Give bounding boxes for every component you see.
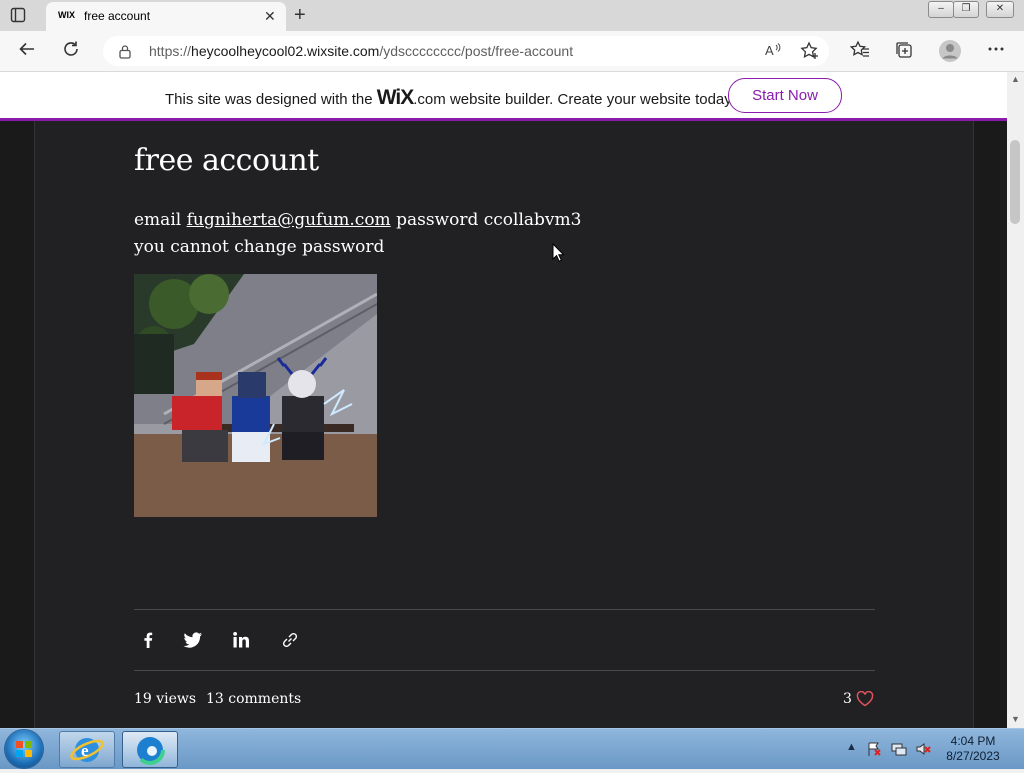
post-image[interactable] (134, 274, 377, 517)
clock-time: 4:04 PM (950, 734, 996, 748)
wix-logo[interactable]: WiX (377, 86, 414, 109)
mouse-cursor-icon (552, 243, 564, 262)
back-icon[interactable] (18, 40, 36, 62)
profile-icon[interactable] (938, 39, 962, 67)
close-icon[interactable]: ✕ (986, 1, 1014, 18)
edge-icon[interactable] (122, 731, 178, 768)
blog-post: free account email fugniherta@gufum.com … (34, 121, 974, 729)
twitter-icon[interactable] (183, 631, 205, 653)
browser-tab-strip: WIX free account ✕ + – ❐ ✕ (0, 0, 1024, 31)
collections-icon[interactable] (894, 40, 914, 64)
svg-text:A: A (765, 43, 774, 58)
volume-muted-icon[interactable] (915, 741, 931, 760)
post-line-1: email fugniherta@gufum.com password ccol… (134, 207, 581, 234)
post-body: email fugniherta@gufum.com password ccol… (134, 207, 581, 261)
url-host: heycoolheycool02.wixsite.com (191, 43, 380, 59)
svg-text:e: e (81, 741, 89, 760)
views-count: 19 views (134, 691, 197, 707)
lock-icon[interactable] (118, 44, 132, 64)
more-icon[interactable] (987, 40, 1005, 62)
restore-icon[interactable]: ❐ (953, 1, 979, 18)
email-label: email (134, 210, 187, 230)
divider-top (134, 609, 875, 610)
start-button[interactable] (5, 730, 43, 768)
system-clock[interactable]: 4:04 PM 8/27/2023 (940, 734, 1006, 764)
page-scrollbar[interactable]: ▲ ▼ (1007, 72, 1024, 728)
tab-title: free account (84, 9, 151, 23)
scroll-up-icon[interactable]: ▲ (1011, 74, 1020, 84)
wix-promo-banner: This site was designed with the WiX.com … (0, 72, 1007, 121)
favorites-icon[interactable] (849, 40, 870, 64)
link-icon[interactable] (281, 631, 303, 653)
browser-toolbar: https://heycoolheycool02.wixsite.com/yds… (0, 31, 1024, 72)
tab-actions-icon[interactable] (10, 7, 30, 25)
email-link[interactable]: fugniherta@gufum.com (187, 210, 391, 230)
facebook-icon[interactable] (139, 631, 161, 653)
comments-count[interactable]: 13 comments (206, 691, 301, 707)
likes-count: 3 (843, 691, 852, 707)
start-now-button[interactable]: Start Now (728, 78, 842, 113)
banner-text-before: This site was designed with the (165, 91, 377, 108)
close-tab-icon[interactable]: ✕ (264, 8, 276, 25)
network-icon[interactable] (891, 741, 907, 760)
wix-banner-text: This site was designed with the WiX.com … (165, 86, 735, 110)
internet-explorer-icon[interactable]: e (59, 731, 115, 768)
url-text[interactable]: https://heycoolheycool02.wixsite.com/yds… (149, 43, 573, 59)
minimize-icon[interactable]: – (928, 1, 954, 18)
address-bar[interactable]: https://heycoolheycool02.wixsite.com/yds… (103, 36, 829, 66)
scrollbar-thumb[interactable] (1010, 140, 1020, 224)
browser-tab[interactable]: WIX free account ✕ (46, 2, 286, 31)
add-favorite-icon[interactable] (800, 41, 820, 65)
new-tab-button[interactable]: + (294, 4, 306, 27)
wix-favicon-icon: WIX (58, 10, 75, 20)
page-background: free account email fugniherta@gufum.com … (0, 121, 1007, 729)
banner-text-after: .com website builder. Create your websit… (413, 91, 735, 108)
scroll-down-icon[interactable]: ▼ (1011, 714, 1020, 724)
post-line-2: you cannot change password (134, 237, 385, 257)
refresh-icon[interactable] (62, 40, 80, 62)
windows-taskbar: e ▲ 4:04 PM 8/27/2023 (0, 728, 1024, 769)
url-prefix: https:// (149, 43, 192, 59)
url-path: /ydscccccccc/post/free-account (379, 43, 574, 59)
action-center-flag-icon[interactable] (866, 741, 882, 760)
divider-bottom (134, 670, 875, 671)
linkedin-icon[interactable] (232, 631, 254, 653)
read-aloud-icon[interactable]: A (764, 41, 782, 63)
clock-date: 8/27/2023 (946, 749, 1000, 763)
show-hidden-icons[interactable]: ▲ (846, 741, 857, 753)
post-title: free account (134, 143, 319, 178)
heart-icon[interactable] (856, 690, 874, 712)
password-text: password ccollabvm3 (390, 210, 582, 230)
